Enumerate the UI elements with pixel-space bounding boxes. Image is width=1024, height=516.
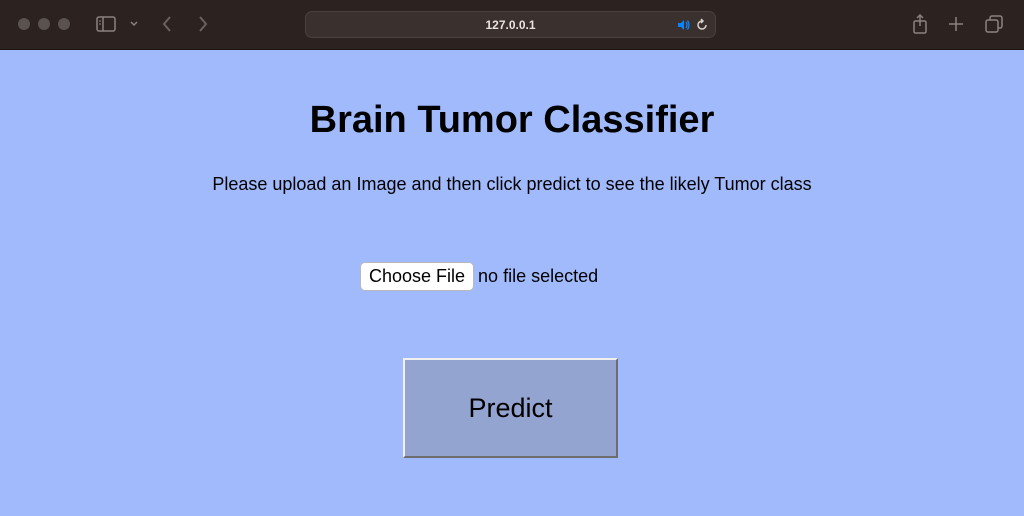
window-close-dot[interactable]: [18, 18, 30, 30]
address-bar[interactable]: 127.0.0.1: [305, 11, 716, 38]
page-title: Brain Tumor Classifier: [309, 99, 715, 141]
browser-toolbar: 127.0.0.1: [0, 0, 1024, 50]
choose-file-button[interactable]: Choose File: [360, 262, 475, 291]
reload-icon[interactable]: [695, 18, 709, 32]
share-icon[interactable]: [910, 14, 930, 34]
window-minimize-dot[interactable]: [38, 18, 50, 30]
page-content: Brain Tumor Classifier Please upload an …: [0, 51, 1024, 516]
file-input[interactable]: Choose File no file selected: [360, 262, 598, 291]
predict-button[interactable]: Predict: [403, 358, 618, 458]
chevron-down-icon[interactable]: [128, 14, 140, 34]
page-instructions: Please upload an Image and then click pr…: [212, 174, 812, 194]
forward-arrow-icon[interactable]: [194, 14, 212, 34]
sidebar-icon[interactable]: [95, 14, 117, 34]
back-arrow-icon[interactable]: [158, 14, 176, 34]
plus-icon[interactable]: [946, 14, 966, 34]
window-zoom-dot[interactable]: [58, 18, 70, 30]
url-text: 127.0.0.1: [485, 18, 536, 32]
speaker-icon[interactable]: [677, 18, 691, 32]
file-status-text: no file selected: [478, 266, 599, 286]
tab-overview-icon[interactable]: [984, 14, 1004, 34]
